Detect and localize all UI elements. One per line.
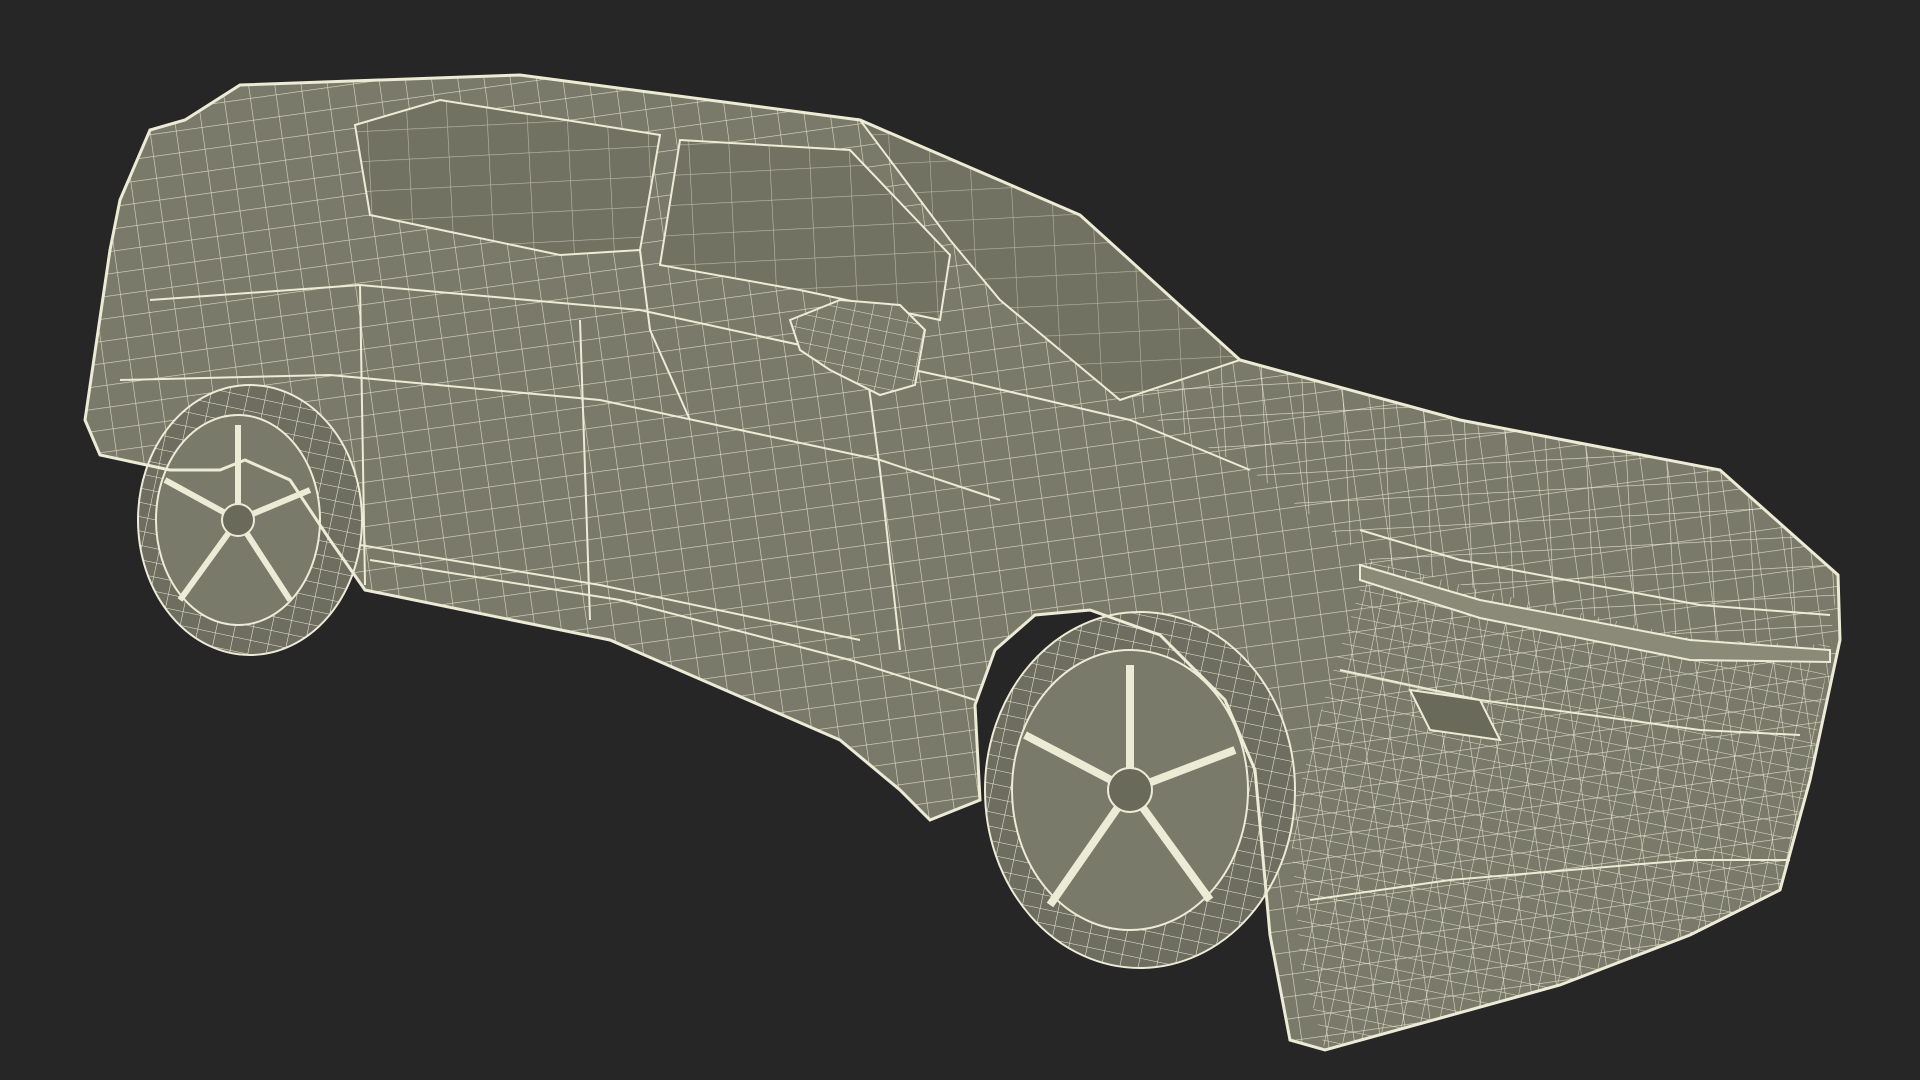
front-wheel: [984, 611, 1296, 969]
wireframe-render: [83, 73, 1842, 1052]
rear-wheel: [137, 384, 363, 656]
render-viewport: [0, 0, 1920, 1080]
